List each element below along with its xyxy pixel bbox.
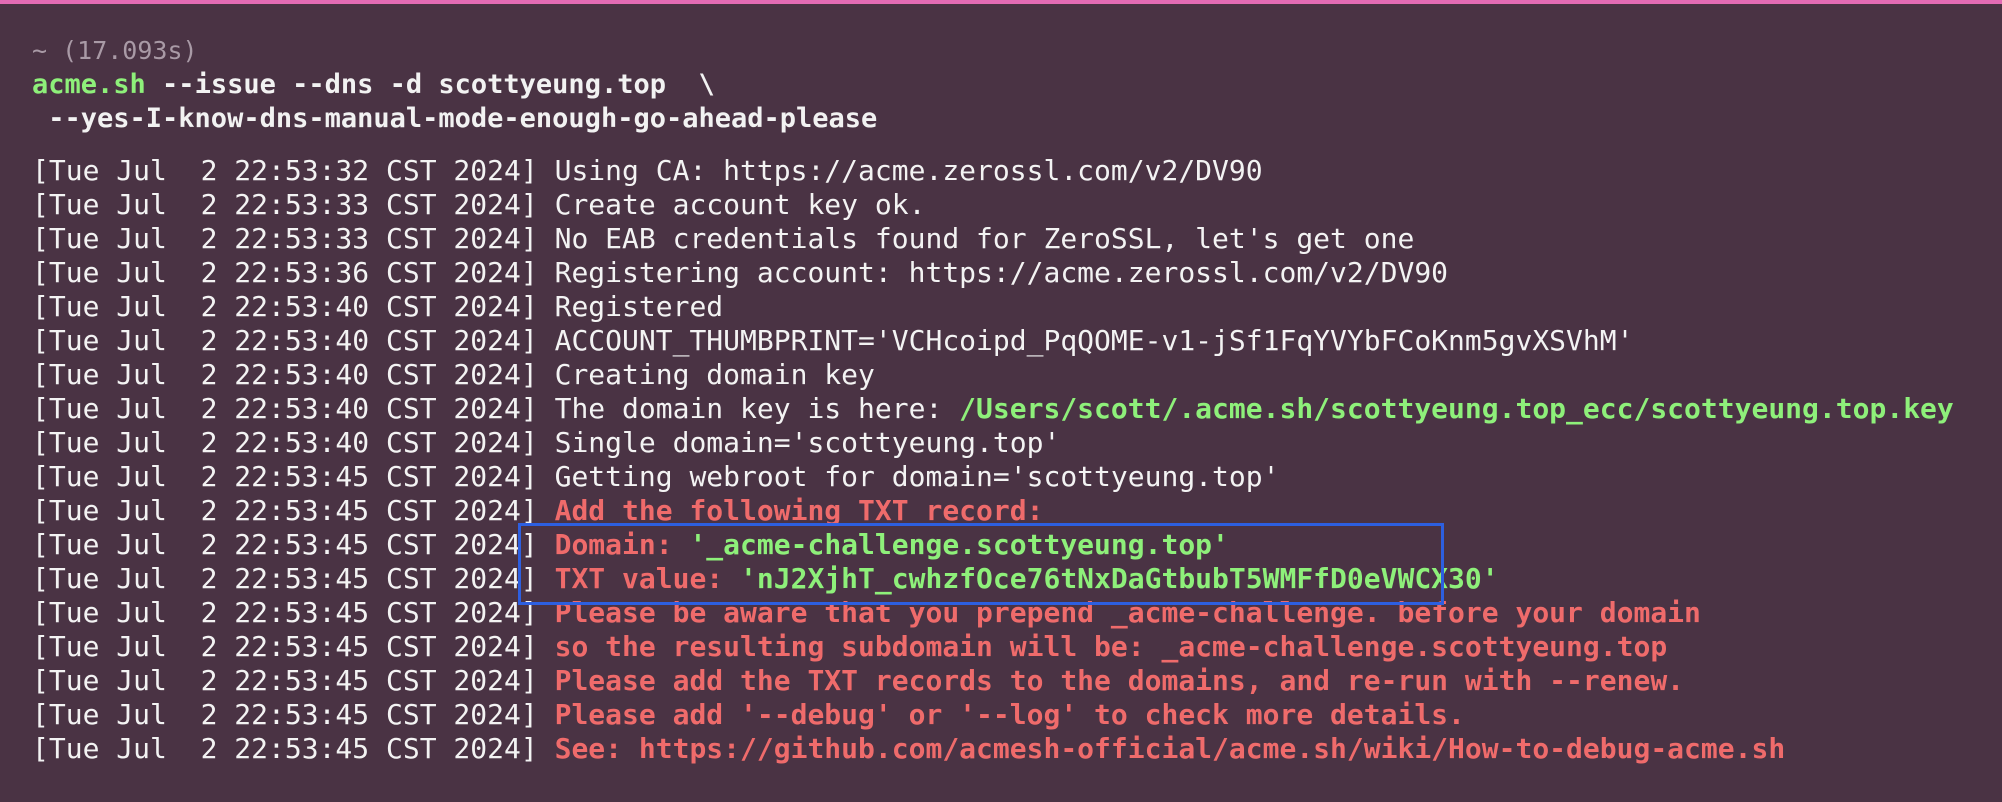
log-message: No EAB credentials found for ZeroSSL, le… bbox=[537, 222, 1415, 255]
log-line: [Tue Jul 2 22:53:40 CST 2024] ACCOUNT_TH… bbox=[32, 324, 1982, 358]
log-timestamp: [Tue Jul 2 22:53:40 CST 2024] bbox=[32, 290, 538, 323]
log-line: [Tue Jul 2 22:53:45 CST 2024] Please add… bbox=[32, 698, 1982, 732]
log-line: [Tue Jul 2 22:53:40 CST 2024] The domain… bbox=[32, 392, 1982, 426]
log-timestamp: [Tue Jul 2 22:53:45 CST 2024] bbox=[32, 562, 538, 595]
command-line-1: acme.sh --issue --dns -d scottyeung.top … bbox=[32, 68, 1982, 102]
command-line-2: --yes-I-know-dns-manual-mode-enough-go-a… bbox=[32, 103, 878, 134]
log-line: [Tue Jul 2 22:53:45 CST 2024] Please add… bbox=[32, 664, 1982, 698]
command-duration: ~ (17.093s) bbox=[32, 36, 198, 65]
log-line: [Tue Jul 2 22:53:33 CST 2024] Create acc… bbox=[32, 188, 1982, 222]
log-message: Creating domain key bbox=[537, 358, 875, 391]
log-message: Please add '--debug' or '--log' to check… bbox=[537, 698, 1465, 731]
log-message: 'nJ2XjhT_cwhzfOce76tNxDaGtbubT5WMFfD0eVW… bbox=[740, 562, 1499, 595]
log-message: Single domain='scottyeung.top' bbox=[537, 426, 1061, 459]
log-timestamp: [Tue Jul 2 22:53:45 CST 2024] bbox=[32, 460, 538, 493]
log-timestamp: [Tue Jul 2 22:53:45 CST 2024] bbox=[32, 494, 538, 527]
log-timestamp: [Tue Jul 2 22:53:40 CST 2024] bbox=[32, 426, 538, 459]
log-message: See: https://github.com/acmesh-official/… bbox=[537, 732, 1786, 765]
log-message: Registered bbox=[537, 290, 724, 323]
log-message: Using CA: https://acme.zerossl.com/v2/DV… bbox=[537, 154, 1263, 187]
log-line: [Tue Jul 2 22:53:45 CST 2024] Getting we… bbox=[32, 460, 1982, 494]
log-line: [Tue Jul 2 22:53:40 CST 2024] Single dom… bbox=[32, 426, 1982, 460]
command-args-1: --issue --dns -d scottyeung.top \ bbox=[145, 69, 715, 100]
log-message: Please be aware that you prepend _acme-c… bbox=[537, 596, 1701, 629]
log-message: Please add the TXT records to the domain… bbox=[537, 664, 1685, 697]
log-message: The domain key is here: bbox=[537, 392, 960, 425]
log-line: [Tue Jul 2 22:53:45 CST 2024] See: https… bbox=[32, 732, 1982, 766]
log-timestamp: [Tue Jul 2 22:53:45 CST 2024] bbox=[32, 698, 538, 731]
log-timestamp: [Tue Jul 2 22:53:45 CST 2024] bbox=[32, 630, 538, 663]
log-message: TXT value: bbox=[537, 562, 741, 595]
log-timestamp: [Tue Jul 2 22:53:45 CST 2024] bbox=[32, 732, 538, 765]
terminal-output[interactable]: ~ (17.093s) acme.sh --issue --dns -d sco… bbox=[32, 34, 1982, 766]
log-line: [Tue Jul 2 22:53:33 CST 2024] No EAB cre… bbox=[32, 222, 1982, 256]
log-message: Registering account: https://acme.zeross… bbox=[537, 256, 1449, 289]
log-message: so the resulting subdomain will be: _acm… bbox=[537, 630, 1668, 663]
log-message: Add the following TXT record: bbox=[537, 494, 1044, 527]
log-timestamp: [Tue Jul 2 22:53:40 CST 2024] bbox=[32, 324, 538, 357]
log-line: [Tue Jul 2 22:53:45 CST 2024] Please be … bbox=[32, 596, 1982, 630]
log-line: [Tue Jul 2 22:53:36 CST 2024] Registerin… bbox=[32, 256, 1982, 290]
log-timestamp: [Tue Jul 2 22:53:40 CST 2024] bbox=[32, 358, 538, 391]
window-top-border bbox=[0, 0, 2002, 4]
log-message: Domain: bbox=[537, 528, 690, 561]
log-line: [Tue Jul 2 22:53:40 CST 2024] Creating d… bbox=[32, 358, 1982, 392]
log-timestamp: [Tue Jul 2 22:53:33 CST 2024] bbox=[32, 188, 538, 221]
log-message: '_acme-challenge.scottyeung.top' bbox=[689, 528, 1229, 561]
log-message: Create account key ok. bbox=[537, 188, 926, 221]
log-line: [Tue Jul 2 22:53:45 CST 2024] Add the fo… bbox=[32, 494, 1982, 528]
log-line: [Tue Jul 2 22:53:45 CST 2024] so the res… bbox=[32, 630, 1982, 664]
log-line: [Tue Jul 2 22:53:45 CST 2024] TXT value:… bbox=[32, 562, 1982, 596]
log-timestamp: [Tue Jul 2 22:53:45 CST 2024] bbox=[32, 528, 538, 561]
log-timestamp: [Tue Jul 2 22:53:32 CST 2024] bbox=[32, 154, 538, 187]
log-line: [Tue Jul 2 22:53:32 CST 2024] Using CA: … bbox=[32, 154, 1982, 188]
log-line: [Tue Jul 2 22:53:40 CST 2024] Registered bbox=[32, 290, 1982, 324]
log-timestamp: [Tue Jul 2 22:53:45 CST 2024] bbox=[32, 664, 538, 697]
command-program: acme.sh bbox=[32, 69, 146, 100]
log-timestamp: [Tue Jul 2 22:53:33 CST 2024] bbox=[32, 222, 538, 255]
log-timestamp: [Tue Jul 2 22:53:40 CST 2024] bbox=[32, 392, 538, 425]
log-message: Getting webroot for domain='scottyeung.t… bbox=[537, 460, 1280, 493]
log-line: [Tue Jul 2 22:53:45 CST 2024] Domain: '_… bbox=[32, 528, 1982, 562]
log-message: ACCOUNT_THUMBPRINT='VCHcoipd_PqQOME-v1-j… bbox=[537, 324, 1634, 357]
log-timestamp: [Tue Jul 2 22:53:36 CST 2024] bbox=[32, 256, 538, 289]
log-message: /Users/scott/.acme.sh/scottyeung.top_ecc… bbox=[959, 392, 1954, 425]
log-output: [Tue Jul 2 22:53:32 CST 2024] Using CA: … bbox=[32, 154, 1982, 766]
log-timestamp: [Tue Jul 2 22:53:45 CST 2024] bbox=[32, 596, 538, 629]
